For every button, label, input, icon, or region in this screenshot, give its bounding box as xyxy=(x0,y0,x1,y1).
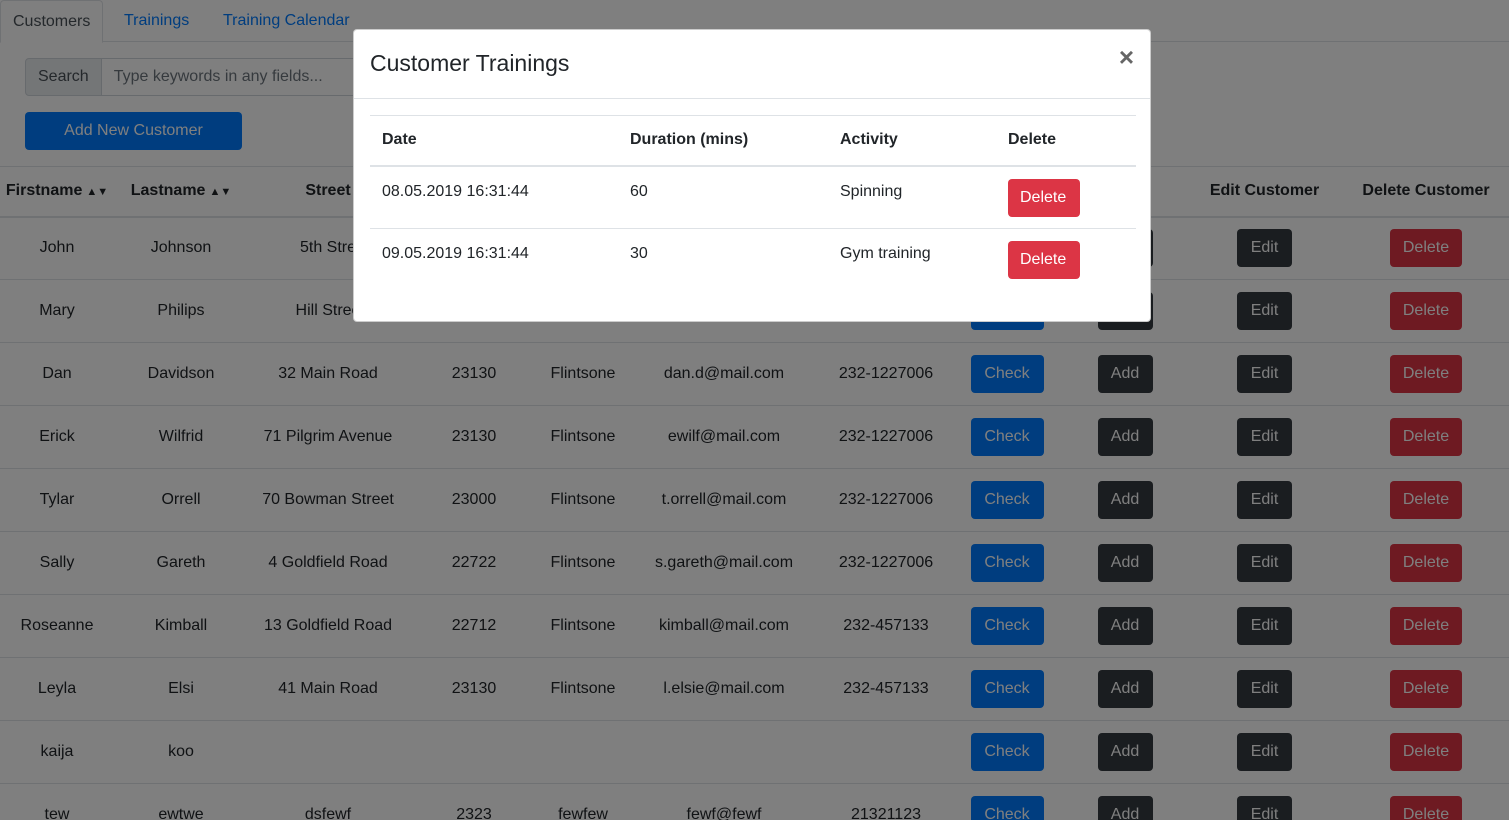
training-delete-cell: Delete xyxy=(996,229,1136,292)
header-delete: Delete xyxy=(996,115,1136,167)
delete-training-button[interactable]: Delete xyxy=(1008,178,1080,217)
trainings-table: Date Duration (mins) Activity Delete 08.… xyxy=(370,115,1136,292)
delete-training-button[interactable]: Delete xyxy=(1008,241,1080,279)
header-duration: Duration (mins) xyxy=(618,115,828,167)
training-activity: Gym training xyxy=(840,245,931,262)
customer-trainings-modal: Customer Trainings × Date Duration (mins… xyxy=(353,29,1151,322)
trainings-header-row: Date Duration (mins) Activity Delete xyxy=(370,115,1136,167)
modal-body: Date Duration (mins) Activity Delete 08.… xyxy=(354,99,1150,308)
close-icon[interactable]: × xyxy=(1119,44,1134,70)
training-date: 09.05.2019 16:31:44 xyxy=(382,245,529,262)
training-delete-cell: Delete xyxy=(996,165,1136,229)
header-date: Date xyxy=(370,115,618,167)
modal-title: Customer Trainings xyxy=(370,50,570,76)
training-duration: 60 xyxy=(618,165,828,229)
training-activity: Spinning xyxy=(828,165,996,229)
training-duration: 30 xyxy=(630,245,648,262)
training-date: 08.05.2019 16:31:44 xyxy=(370,165,618,229)
modal-header: Customer Trainings × xyxy=(354,30,1150,99)
training-row: 08.05.2019 16:31:44 60 Spinning Delete xyxy=(370,165,1136,229)
training-row: 09.05.2019 16:31:44 30 Gym training Dele… xyxy=(370,229,1136,292)
header-activity: Activity xyxy=(828,115,996,167)
